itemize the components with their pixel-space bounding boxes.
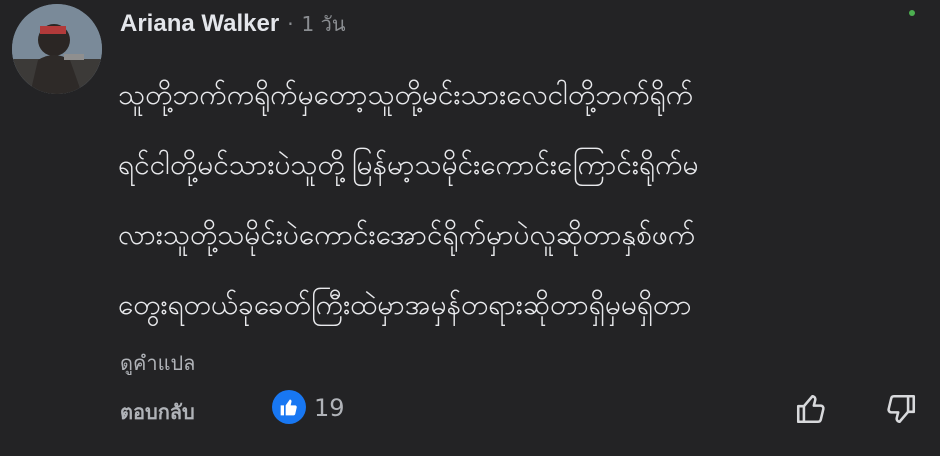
author-name[interactable]: Ariana Walker xyxy=(120,10,279,38)
thumbs-up-icon[interactable] xyxy=(792,390,830,428)
comment-line: သူတို့ဘက်ကရိုက်မှတော့သူတို့မင်းသားလေငါတိ… xyxy=(118,78,694,111)
like-badge-icon[interactable] xyxy=(272,390,306,424)
comment-line: ရင်ငါတို့မင်သားပဲသူတို့မြန်မာ့သမိုင်းကော… xyxy=(118,148,699,181)
avatar[interactable] xyxy=(12,4,102,94)
more-options-icon[interactable] xyxy=(909,10,915,16)
timestamp[interactable]: 1 วัน xyxy=(302,8,346,40)
thumbs-down-icon[interactable] xyxy=(882,390,920,428)
comment-line: တွေးရတယ်ခုခေတ်ကြီးထဲမှာအမှန်တရားဆိုတာရှိ… xyxy=(118,288,692,321)
reply-button[interactable]: ตอบกลับ xyxy=(120,396,195,428)
like-count: 19 xyxy=(314,394,345,422)
comment-header: Ariana Walker · 1 วัน xyxy=(120,8,346,40)
comment-line: လားသူတို့သမိုင်းပဲကောင်းအောင်ရိုက်မှာပဲလ… xyxy=(118,218,696,251)
comment-card: Ariana Walker · 1 วัน သူတို့ဘက်ကရိုက်မှတ… xyxy=(0,0,940,456)
comment-footer: ตอบกลับ 19 xyxy=(120,390,940,430)
comment-text: သူတို့ဘက်ကရိုက်မှတော့သူတို့မင်းသားလေငါတိ… xyxy=(118,60,918,340)
see-translation-link[interactable]: ดูคำแปล xyxy=(120,347,195,379)
header-separator: · xyxy=(287,12,294,36)
